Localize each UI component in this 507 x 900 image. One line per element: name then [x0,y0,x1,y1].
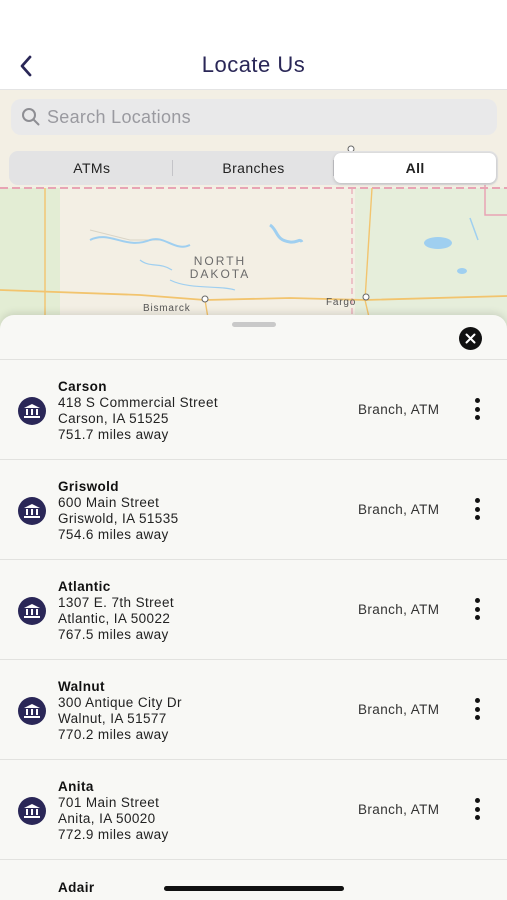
more-vertical-icon[interactable] [466,696,488,722]
nav-header: Locate Us [0,0,507,90]
home-indicator[interactable] [164,886,344,891]
location-city: Carson, IA 51525 [58,411,169,426]
location-city: Walnut, IA 51577 [58,711,167,726]
location-city: Anita, IA 50020 [58,811,156,826]
bank-icon [18,797,46,825]
search-icon [22,108,40,126]
locations-list: Carson 418 S Commercial Street Carson, I… [0,360,507,860]
location-street: 300 Antique City Dr [58,695,182,710]
list-item[interactable]: Griswold 600 Main Street Griswold, IA 51… [0,460,507,560]
location-street: 701 Main Street [58,795,160,810]
segment-all[interactable]: All [334,153,497,183]
location-name: Anita [58,779,94,794]
locations-sheet: Carson 418 S Commercial Street Carson, I… [0,315,507,900]
location-name: Carson [58,379,107,394]
location-street: 1307 E. 7th Street [58,595,175,610]
city-fargo: Fargo [326,297,356,308]
more-vertical-icon[interactable] [466,796,488,822]
location-type: Branch, ATM [358,502,440,517]
list-item[interactable]: Atlantic 1307 E. 7th Street Atlantic, IA… [0,560,507,660]
location-city: Griswold, IA 51535 [58,511,179,526]
location-type: Branch, ATM [358,802,440,817]
location-type: Branch, ATM [358,702,440,717]
location-distance: 754.6 miles away [58,527,169,542]
city-bismarck: Bismarck [143,303,191,314]
close-icon [465,333,476,344]
location-type: Branch, ATM [358,402,440,417]
region-label-north: NORTH [194,254,246,268]
location-city: Atlantic, IA 50022 [58,611,171,626]
search-input[interactable] [47,106,467,128]
page-title: Locate Us [201,52,306,77]
location-name: Griswold [58,479,119,494]
location-name-partial[interactable]: Adair [58,880,95,895]
bank-icon [18,597,46,625]
location-distance: 772.9 miles away [58,827,169,842]
region-label-dakota: DAKOTA [190,267,250,281]
list-item[interactable]: Anita 701 Main Street Anita, IA 50020 77… [0,760,507,860]
bank-icon [18,497,46,525]
list-item[interactable]: Walnut 300 Antique City Dr Walnut, IA 51… [0,660,507,760]
location-name: Walnut [58,679,105,694]
sheet-grabber-handle[interactable] [232,322,276,327]
filter-segmented-control: ATMs Branches All [9,151,498,185]
segment-atms[interactable]: ATMs [11,153,173,183]
segment-branches[interactable]: Branches [173,153,335,183]
more-vertical-icon[interactable] [466,596,488,622]
bank-icon [18,397,46,425]
list-item[interactable]: Carson 418 S Commercial Street Carson, I… [0,360,507,460]
more-vertical-icon[interactable] [466,396,488,422]
location-type: Branch, ATM [358,602,440,617]
search-bar[interactable] [11,99,497,135]
location-street: 418 S Commercial Street [58,395,219,410]
location-distance: 751.7 miles away [58,427,169,442]
more-vertical-icon[interactable] [466,496,488,522]
location-name: Atlantic [58,579,111,594]
bank-icon [18,697,46,725]
close-button[interactable] [459,327,482,350]
location-distance: 767.5 miles away [58,627,169,642]
location-distance: 770.2 miles away [58,727,169,742]
location-street: 600 Main Street [58,495,160,510]
